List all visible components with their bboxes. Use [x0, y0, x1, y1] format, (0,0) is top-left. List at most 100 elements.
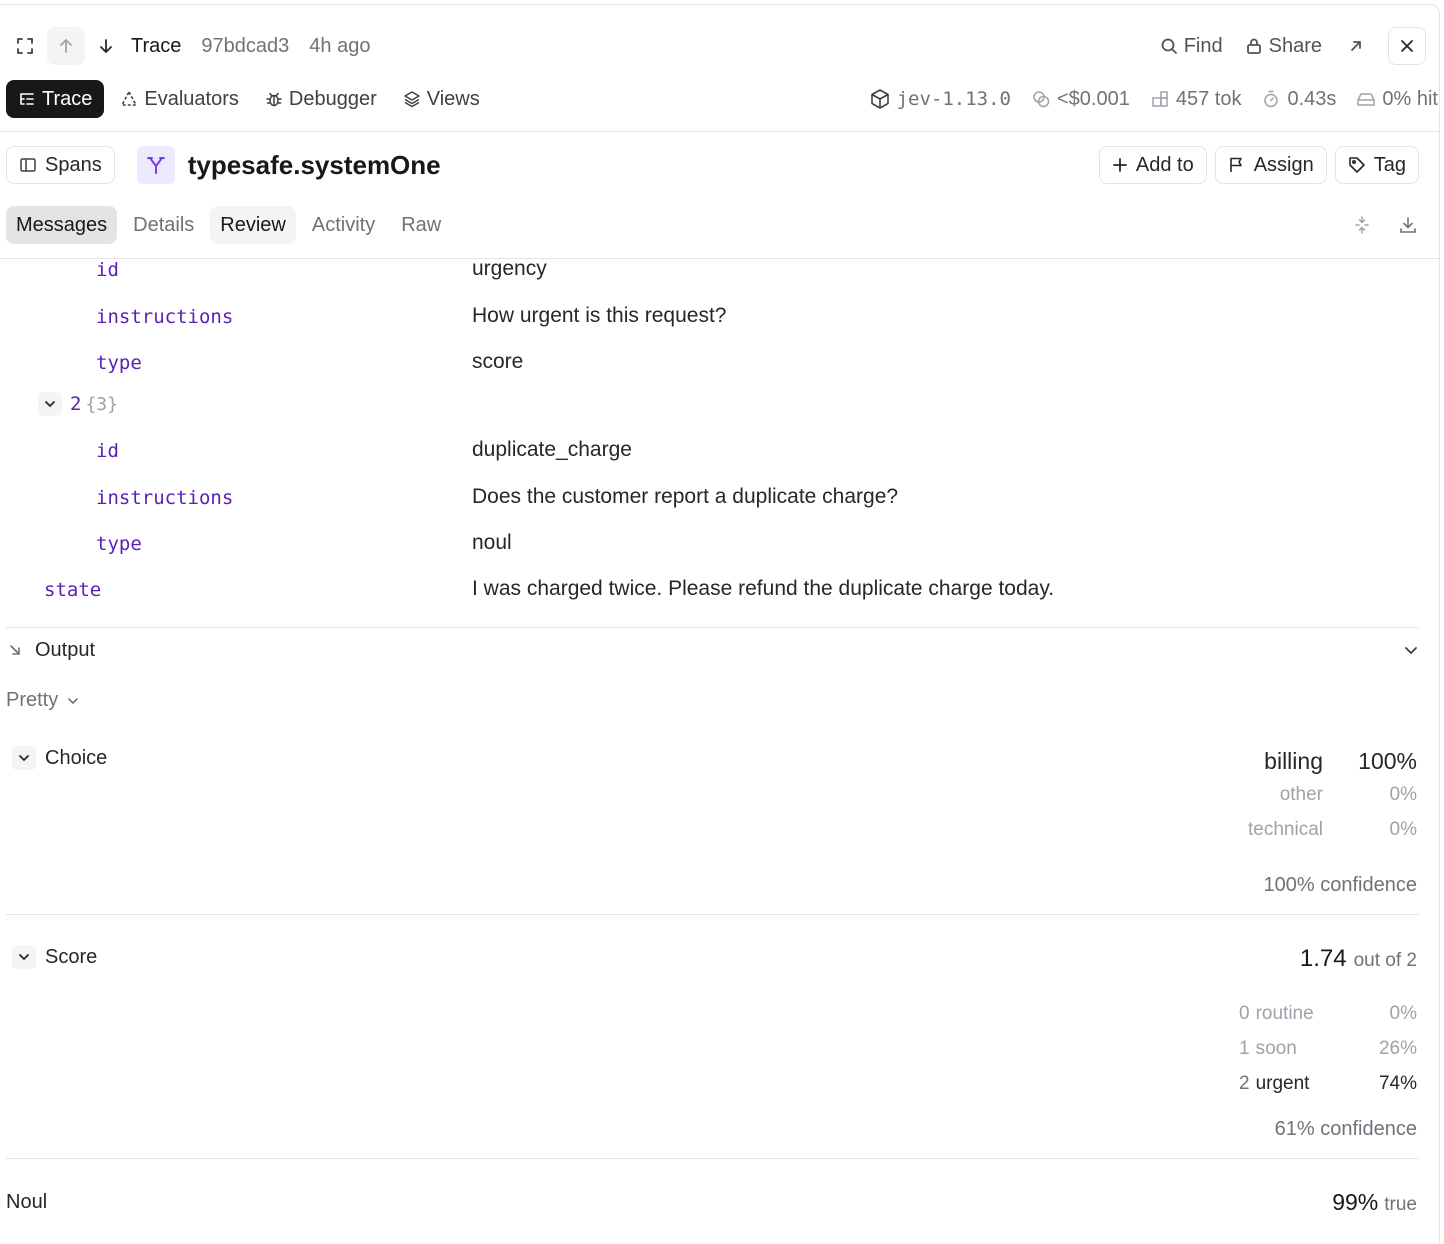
output-title: Output — [35, 638, 96, 661]
lock-icon — [1245, 37, 1263, 55]
score-row-2: 2 urgent 74% — [1239, 1073, 1417, 1094]
flag-icon — [1228, 156, 1246, 174]
trace-label: Trace — [131, 34, 182, 57]
output-divider — [6, 627, 1419, 628]
add-to-button[interactable]: Add to — [1098, 146, 1207, 184]
item2-count: {3} — [85, 393, 118, 415]
state-value: I was charged twice. Please refund the d… — [472, 577, 1055, 600]
choice-technical-value: 0% — [1389, 819, 1417, 840]
latency-metric: 0.43s — [1261, 88, 1336, 111]
arrow-down-right-icon — [6, 643, 24, 657]
format-select[interactable]: Pretty — [6, 689, 80, 712]
tab-trace[interactable]: Trace — [6, 80, 105, 118]
chevron-down-icon — [38, 392, 62, 416]
download-icon[interactable] — [1397, 214, 1419, 236]
item1-type-value: score — [472, 350, 524, 373]
bug-icon — [265, 90, 283, 108]
item2-id-value: duplicate_charge — [472, 438, 632, 461]
score-toggle[interactable]: Score — [12, 945, 97, 969]
item1-type-key: type — [96, 352, 142, 374]
span-header: Spans typesafe.systemOne Add to Assign T… — [6, 144, 1419, 186]
chevron-down-icon — [12, 945, 36, 969]
choice-confidence: 100% confidence — [1263, 874, 1417, 896]
tab-messages[interactable]: Messages — [6, 206, 118, 244]
choice-top-label: billing — [1264, 748, 1323, 774]
top-bar: Trace 97bdcad3 4h ago Find Share — [6, 23, 1426, 69]
span-title: typesafe.systemOne — [187, 149, 441, 180]
arrow-down-icon[interactable] — [87, 27, 125, 65]
coins-icon — [1031, 89, 1051, 109]
timer-icon — [1261, 89, 1281, 109]
score-confidence: 61% confidence — [1274, 1118, 1417, 1140]
tab-raw[interactable]: Raw — [391, 206, 451, 244]
tokens-metric: 457 tok — [1150, 88, 1241, 111]
cost-metric: <$0.001 — [1031, 88, 1130, 111]
spans-button[interactable]: Spans — [6, 146, 115, 184]
choice-top-value: 100% — [1358, 748, 1417, 774]
item1-instructions-value: How urgent is this request? — [472, 304, 727, 327]
plus-icon — [1112, 157, 1128, 173]
tab-views[interactable]: Views — [391, 80, 492, 118]
noul-label: Noul — [6, 1191, 48, 1213]
trace-id: 97bdcad3 — [201, 34, 290, 57]
tag-button[interactable]: Tag — [1334, 146, 1419, 184]
item1-id-key: id — [96, 259, 119, 281]
noul-value: 99% — [1332, 1189, 1379, 1215]
nav-divider — [0, 131, 1440, 132]
tab-activity[interactable]: Activity — [302, 206, 385, 244]
find-label: Find — [1183, 34, 1223, 57]
noul-value-group: 99% true — [1332, 1189, 1417, 1216]
tab-review[interactable]: Review — [210, 206, 296, 244]
chevron-down-icon — [12, 746, 36, 770]
item2-type-value: noul — [472, 531, 512, 554]
cache-metric: 0% hit — [1356, 88, 1438, 111]
tab-evaluators[interactable]: Evaluators — [108, 80, 251, 118]
version-metric: jev-1.13.0 — [869, 88, 1011, 110]
sub-tabs: Messages Details Review Activity Raw — [6, 205, 1419, 245]
choice-divider — [6, 914, 1419, 915]
item2-id-key: id — [96, 440, 119, 462]
choice-label: Choice — [45, 746, 108, 769]
score-row-0: 0 routine 0% — [1239, 1003, 1417, 1024]
assign-button[interactable]: Assign — [1214, 146, 1327, 184]
tab-debugger[interactable]: Debugger — [253, 80, 389, 118]
format-label: Pretty — [6, 689, 59, 711]
score-row-1: 1 soon 26% — [1239, 1038, 1417, 1059]
tab-details[interactable]: Details — [123, 206, 204, 244]
nav-bar: Trace Evaluators Debugger Views jev-1.13… — [6, 80, 1438, 118]
item1-instructions-key: instructions — [96, 306, 234, 328]
triangle-dashed-icon — [120, 90, 138, 108]
score-divider — [6, 1158, 1419, 1159]
item2-index: 2 — [70, 393, 82, 415]
external-link-icon[interactable] — [1346, 38, 1366, 54]
time-ago: 4h ago — [309, 34, 371, 57]
trace-panel: Trace 97bdcad3 4h ago Find Share Trace E… — [0, 4, 1440, 1244]
layers-icon — [403, 90, 421, 108]
blocks-icon — [1150, 89, 1170, 109]
hard-drive-icon — [1356, 89, 1376, 109]
tag-icon — [1348, 156, 1366, 174]
branch-icon — [136, 146, 175, 184]
item2-toggle[interactable]: 2 {3} — [38, 392, 118, 416]
arrow-up-icon[interactable] — [47, 27, 85, 65]
expand-icon[interactable] — [6, 27, 44, 65]
share-button[interactable]: Share — [1245, 35, 1322, 58]
score-out-of: out of 2 — [1353, 950, 1417, 971]
package-icon — [869, 88, 891, 110]
score-label: Score — [45, 945, 98, 968]
item2-type-key: type — [96, 533, 142, 555]
search-icon — [1160, 37, 1178, 55]
choice-toggle[interactable]: Choice — [12, 746, 107, 770]
trace-list-icon — [18, 90, 36, 108]
close-icon[interactable] — [1388, 27, 1426, 65]
state-key: state — [44, 579, 102, 601]
output-header[interactable]: Output — [6, 635, 1419, 665]
input-tree: id urgency instructions How urgent is th… — [0, 257, 1440, 629]
item2-instructions-key: instructions — [96, 487, 234, 509]
item2-instructions-value: Does the customer report a duplicate cha… — [472, 485, 899, 508]
share-label: Share — [1268, 34, 1322, 57]
noul-result: true — [1384, 1194, 1417, 1215]
find-button[interactable]: Find — [1160, 35, 1223, 58]
collapse-icon[interactable] — [1351, 214, 1373, 236]
choice-technical-label: technical — [1248, 819, 1323, 840]
